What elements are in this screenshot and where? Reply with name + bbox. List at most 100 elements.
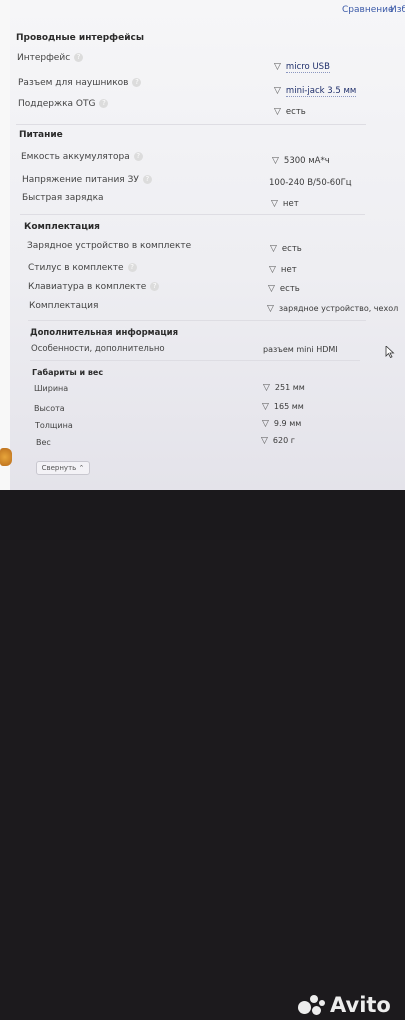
spec-value-text: есть — [281, 244, 302, 254]
spec-value-headphones: ▽ mini-jack 3.5 мм — [274, 86, 357, 97]
spec-label-text: Комплектация — [29, 301, 99, 311]
check-icon: ▽ — [262, 419, 269, 429]
spec-label-otg: Поддержка OTG? — [18, 99, 109, 109]
spec-label-text: Зарядное устройство в комплекте — [27, 241, 192, 251]
question-icon[interactable]: ? — [150, 282, 160, 291]
collapse-button-label: Свернуть — [41, 464, 77, 472]
spec-label-height: Высота — [34, 404, 65, 413]
spec-label-text: Клавиатура в комплекте — [28, 282, 147, 292]
check-icon: ▽ — [261, 436, 268, 446]
question-icon[interactable]: ? — [133, 152, 143, 161]
spec-label-charger-included: Зарядное устройство в комплекте — [27, 241, 191, 251]
spec-label-package: Комплектация — [29, 301, 98, 311]
spec-value-thickness: ▽ 9.9 мм — [262, 419, 301, 429]
spec-label-charger-voltage: Напряжение питания ЗУ? — [22, 175, 152, 185]
section-divider — [28, 320, 366, 321]
spec-value-text: нет — [280, 265, 297, 275]
check-icon: ▽ — [274, 62, 281, 72]
section-divider — [30, 360, 360, 361]
spec-label-text: Толщина — [35, 421, 73, 430]
check-icon: ▽ — [271, 199, 278, 209]
spec-value-charger-voltage: 100-240 В/50-60Гц — [269, 178, 352, 188]
spec-label-thickness: Толщина — [35, 421, 73, 430]
question-icon[interactable]: ? — [132, 78, 142, 87]
spec-value-charger-included: ▽ есть — [270, 244, 302, 254]
spec-label-text: Поддержка OTG — [18, 99, 96, 109]
spec-label-headphones: Разъем для наушников? — [18, 78, 142, 88]
spec-value-package: ▽ зарядное устройство, чехол — [267, 304, 398, 314]
spec-value-width: ▽ 251 мм — [263, 383, 305, 393]
spec-value-text: 165 мм — [273, 402, 304, 411]
check-icon: ▽ — [269, 265, 276, 275]
spec-value-otg: ▽ есть — [274, 107, 306, 117]
spec-value-text: нет — [282, 199, 299, 209]
mouse-cursor-icon — [385, 346, 395, 358]
section-title-kit: Комплектация — [24, 222, 100, 232]
spec-label-text: Разъем для наушников — [18, 78, 129, 88]
spec-label-text: Емкость аккумулятора — [21, 152, 130, 162]
spec-label-interface: Интерфейс? — [17, 53, 84, 63]
spec-value-text: зарядное устройство, чехол — [278, 304, 399, 313]
spec-label-text: Напряжение питания ЗУ — [22, 175, 139, 185]
question-icon[interactable]: ? — [74, 53, 84, 62]
monitor-bezel: Avito — [0, 490, 405, 1017]
check-icon: ▽ — [263, 383, 270, 393]
spec-value-text: 620 г — [272, 436, 295, 445]
check-icon: ▽ — [270, 244, 277, 254]
spec-label-stylus-included: Стилус в комплекте? — [28, 263, 137, 273]
spec-value-text: 9.9 мм — [273, 419, 302, 428]
spec-value-fast-charge: ▽ нет — [271, 199, 299, 209]
spec-label-text: Интерфейс — [17, 53, 71, 63]
spec-label-battery: Емкость аккумулятора? — [21, 152, 143, 162]
check-icon: ▽ — [262, 402, 269, 412]
question-icon[interactable]: ? — [99, 99, 109, 108]
spec-value-text: 5300 мА*ч — [283, 156, 330, 166]
spec-label-text: Вес — [36, 438, 51, 447]
spec-value-features: разъем mini HDMI — [263, 345, 338, 354]
spec-label-width: Ширина — [34, 384, 68, 393]
check-icon: ▽ — [272, 156, 279, 166]
section-divider — [20, 214, 365, 215]
avito-watermark: Avito — [298, 990, 391, 1020]
collapse-button[interactable]: Свернуть ⌃ — [36, 461, 90, 475]
check-icon: ▽ — [274, 86, 281, 96]
spec-label-text: Ширина — [34, 384, 69, 393]
spec-label-text: Высота — [34, 404, 65, 413]
favorites-link[interactable]: Изб — [390, 5, 405, 15]
spec-label-text: Стилус в комплекте — [28, 263, 124, 273]
check-icon: ▽ — [268, 284, 275, 294]
product-specs-page: Сравнение Изб Проводные интерфейсы Интер… — [0, 0, 405, 490]
section-title-extra: Дополнительная информация — [30, 328, 179, 338]
spec-value-text: есть — [285, 107, 306, 117]
spec-value-link[interactable]: mini-jack 3.5 мм — [285, 86, 357, 97]
spec-value-stylus-included: ▽ нет — [269, 265, 297, 275]
spec-label-text: Быстрая зарядка — [22, 193, 104, 203]
spec-label-fast-charge: Быстрая зарядка — [22, 193, 104, 203]
question-icon[interactable]: ? — [142, 175, 152, 184]
section-title-power: Питание — [19, 130, 63, 140]
top-bar: Сравнение Изб — [0, 0, 405, 20]
spec-value-text: есть — [279, 284, 300, 294]
spec-label-keyboard-included: Клавиатура в комплекте? — [28, 282, 160, 292]
spec-value-text: 251 мм — [274, 383, 305, 392]
decorative-object — [0, 448, 12, 466]
spec-value-link[interactable]: micro USB — [285, 62, 330, 73]
section-title-dimensions: Габариты и вес — [32, 368, 104, 377]
compare-link[interactable]: Сравнение — [342, 5, 394, 15]
left-edge-strip — [0, 0, 10, 490]
spec-value-battery: ▽ 5300 мА*ч — [272, 156, 330, 166]
question-icon[interactable]: ? — [127, 263, 137, 272]
section-title-interfaces: Проводные интерфейсы — [16, 33, 144, 43]
spec-label-features: Особенности, дополнительно — [31, 344, 165, 354]
spec-value-height: ▽ 165 мм — [262, 402, 304, 412]
spec-label-weight: Вес — [36, 438, 51, 447]
spec-value-interface: ▽ micro USB — [274, 62, 330, 73]
spec-label-text: Особенности, дополнительно — [31, 344, 165, 354]
check-icon: ▽ — [274, 107, 281, 117]
avito-logo-icon — [298, 993, 326, 1017]
section-divider — [16, 124, 366, 125]
spec-value-weight: ▽ 620 г — [261, 436, 295, 446]
check-icon: ▽ — [267, 304, 274, 314]
spec-value-keyboard-included: ▽ есть — [268, 284, 300, 294]
chevron-up-icon: ⌃ — [78, 464, 85, 472]
